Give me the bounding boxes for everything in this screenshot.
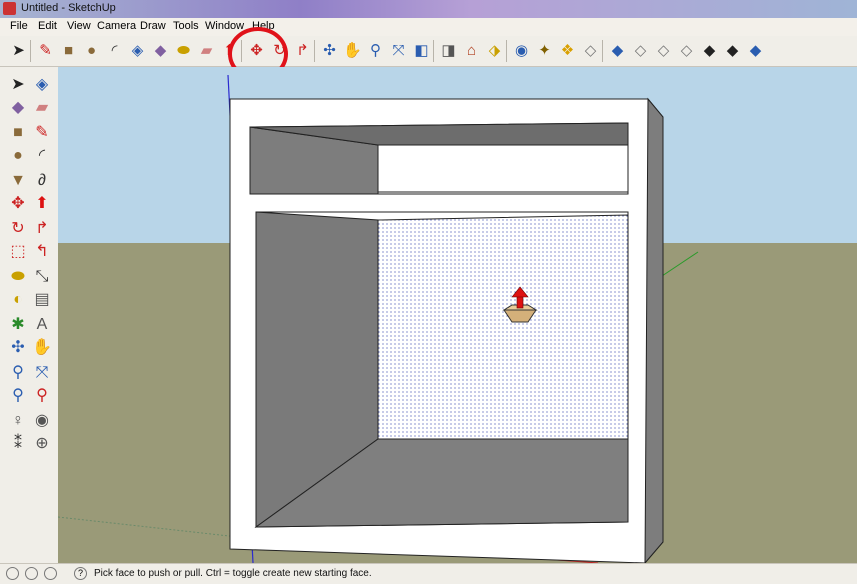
model-canvas[interactable] [58, 67, 857, 563]
window-title: Untitled - SketchUp [21, 2, 116, 14]
arc-icon[interactable]: ◜ [105, 41, 124, 60]
section-plane-icon[interactable]: ⊕ [32, 434, 52, 454]
follow-me-icon[interactable]: ↱ [293, 41, 312, 60]
freehand-icon[interactable]: ∂ [32, 171, 52, 191]
credits-icon[interactable] [25, 567, 38, 580]
toolbar-separator [602, 40, 603, 62]
geo-location-icon[interactable] [6, 567, 19, 580]
select-icon[interactable]: ➤ [8, 75, 28, 95]
google-earth-icon[interactable]: ◉ [512, 41, 531, 60]
tape-measure-icon[interactable]: ⬬ [8, 267, 28, 287]
rotate-icon[interactable]: ↻ [8, 219, 28, 239]
pencil-icon[interactable]: ✎ [36, 41, 55, 60]
main-toolbar: ➤ ✎ ■ ● ◜ ◈ ◆ ⬬ ▰ ⬆ ✥ ↻ ↱ ✣ ✋ ⚲ ⤧ ◧ ◨ ⌂ ⬗ ◉ ✦ ❖ ◇ ◆ ◇ ◇ ◇ ◆ ◆ ◆ [0, 36, 857, 67]
paint-bucket-icon[interactable]: ◆ [151, 41, 170, 60]
zoom-window-icon[interactable]: ⚲ [8, 386, 28, 406]
previous-view-icon[interactable]: ⚲ [32, 386, 52, 406]
zoom-icon[interactable]: ⚲ [366, 41, 385, 60]
rectangle-icon[interactable]: ■ [8, 123, 28, 143]
pan-icon[interactable]: ✋ [32, 338, 52, 358]
move-icon[interactable]: ✥ [8, 194, 28, 214]
menu-tools[interactable]: Tools [173, 20, 199, 32]
follow-me-icon[interactable]: ↱ [32, 219, 52, 239]
toolbar-separator [314, 40, 315, 62]
menu-window[interactable]: Window [205, 20, 244, 32]
status-bar: ? Pick face to push or pull. Ctrl = togg… [0, 563, 857, 584]
orbit-icon[interactable]: ✣ [8, 338, 28, 358]
rectangle-icon[interactable]: ■ [59, 41, 78, 60]
previous-view-icon[interactable]: ◧ [412, 41, 431, 60]
zoom-extents-icon[interactable]: ⤧ [32, 363, 52, 383]
warehouse-icon[interactable]: ⌂ [462, 41, 481, 60]
right-view-icon[interactable]: ◇ [677, 41, 696, 60]
status-message: Pick face to push or pull. Ctrl = toggle… [94, 568, 372, 579]
layers-icon[interactable]: ◇ [581, 41, 600, 60]
large-tool-set-toolbar: ➤ ◈ ◆ ▰ ■ ✎ ● ◜ ▼ ∂ ✥ ⬆ ↻ ↱ ⬚ ↰ ⬬ ⤡ ◐ ▤ ✱ A ✣ ✋ ⚲ ⤧ ⚲ ⚲ ♀ ◉ ⁑ ⊕ [0, 67, 58, 563]
top-view-icon[interactable]: ◇ [631, 41, 650, 60]
line-icon[interactable]: ✎ [32, 123, 52, 143]
title-bar: Untitled - SketchUp [0, 0, 857, 18]
zoom-extents-icon[interactable]: ⤧ [389, 41, 408, 60]
look-around-icon[interactable]: ◉ [32, 411, 52, 431]
axes-icon[interactable]: ✱ [8, 315, 28, 335]
xray-icon[interactable]: ◆ [700, 41, 719, 60]
paint-bucket-icon[interactable]: ◆ [8, 98, 28, 118]
3d-text-icon[interactable]: A [32, 315, 52, 335]
protractor-icon[interactable]: ◐ [8, 290, 28, 310]
circle-icon[interactable]: ● [8, 146, 28, 166]
sketchup-app-icon [3, 2, 16, 15]
select-icon[interactable]: ➤ [9, 41, 28, 60]
components-icon[interactable]: ✦ [535, 41, 554, 60]
polygon-icon[interactable]: ▼ [8, 171, 28, 191]
eraser-icon[interactable]: ▰ [197, 41, 216, 60]
help-icon[interactable]: ? [74, 567, 87, 580]
dimension-icon[interactable]: ⤡ [32, 267, 52, 287]
scale-icon[interactable]: ⬚ [8, 242, 28, 262]
tape-measure-icon[interactable]: ⬬ [174, 41, 193, 60]
menu-view[interactable]: View [67, 20, 91, 32]
drawing-viewport[interactable] [58, 67, 857, 563]
cabinet-side-face [644, 97, 664, 563]
menu-draw[interactable]: Draw [140, 20, 166, 32]
menu-file[interactable]: File [10, 20, 28, 32]
iso-view-icon[interactable]: ◆ [608, 41, 627, 60]
selected-back-face[interactable] [377, 214, 629, 440]
circle-icon[interactable]: ● [82, 41, 101, 60]
zoom-icon[interactable]: ⚲ [8, 363, 28, 383]
shaded-icon[interactable]: ◆ [746, 41, 765, 60]
toolbar-separator [30, 40, 31, 62]
pan-icon[interactable]: ✋ [343, 41, 362, 60]
orbit-icon[interactable]: ✣ [320, 41, 339, 60]
toolbar-separator [506, 40, 507, 62]
position-camera-icon[interactable]: ♀ [8, 411, 28, 431]
menu-edit[interactable]: Edit [38, 20, 57, 32]
offset-icon[interactable]: ↰ [32, 242, 52, 262]
make-component-icon[interactable]: ◈ [128, 41, 147, 60]
next-view-icon[interactable]: ◨ [439, 41, 458, 60]
menu-bar: File Edit View Camera Draw Tools Window … [0, 18, 857, 36]
share-model-icon[interactable]: ⬗ [485, 41, 504, 60]
front-view-icon[interactable]: ◇ [654, 41, 673, 60]
styles-icon[interactable]: ❖ [558, 41, 577, 60]
walk-icon[interactable]: ⁑ [8, 434, 28, 454]
wireframe-icon[interactable]: ◆ [723, 41, 742, 60]
push-pull-icon[interactable]: ⬆ [32, 194, 52, 214]
user-icon[interactable] [44, 567, 57, 580]
arc-icon[interactable]: ◜ [32, 146, 52, 166]
menu-camera[interactable]: Camera [97, 20, 136, 32]
toolbar-separator [433, 40, 434, 62]
text-icon[interactable]: ▤ [32, 290, 52, 310]
make-component-icon[interactable]: ◈ [32, 75, 52, 95]
eraser-icon[interactable]: ▰ [32, 98, 52, 118]
